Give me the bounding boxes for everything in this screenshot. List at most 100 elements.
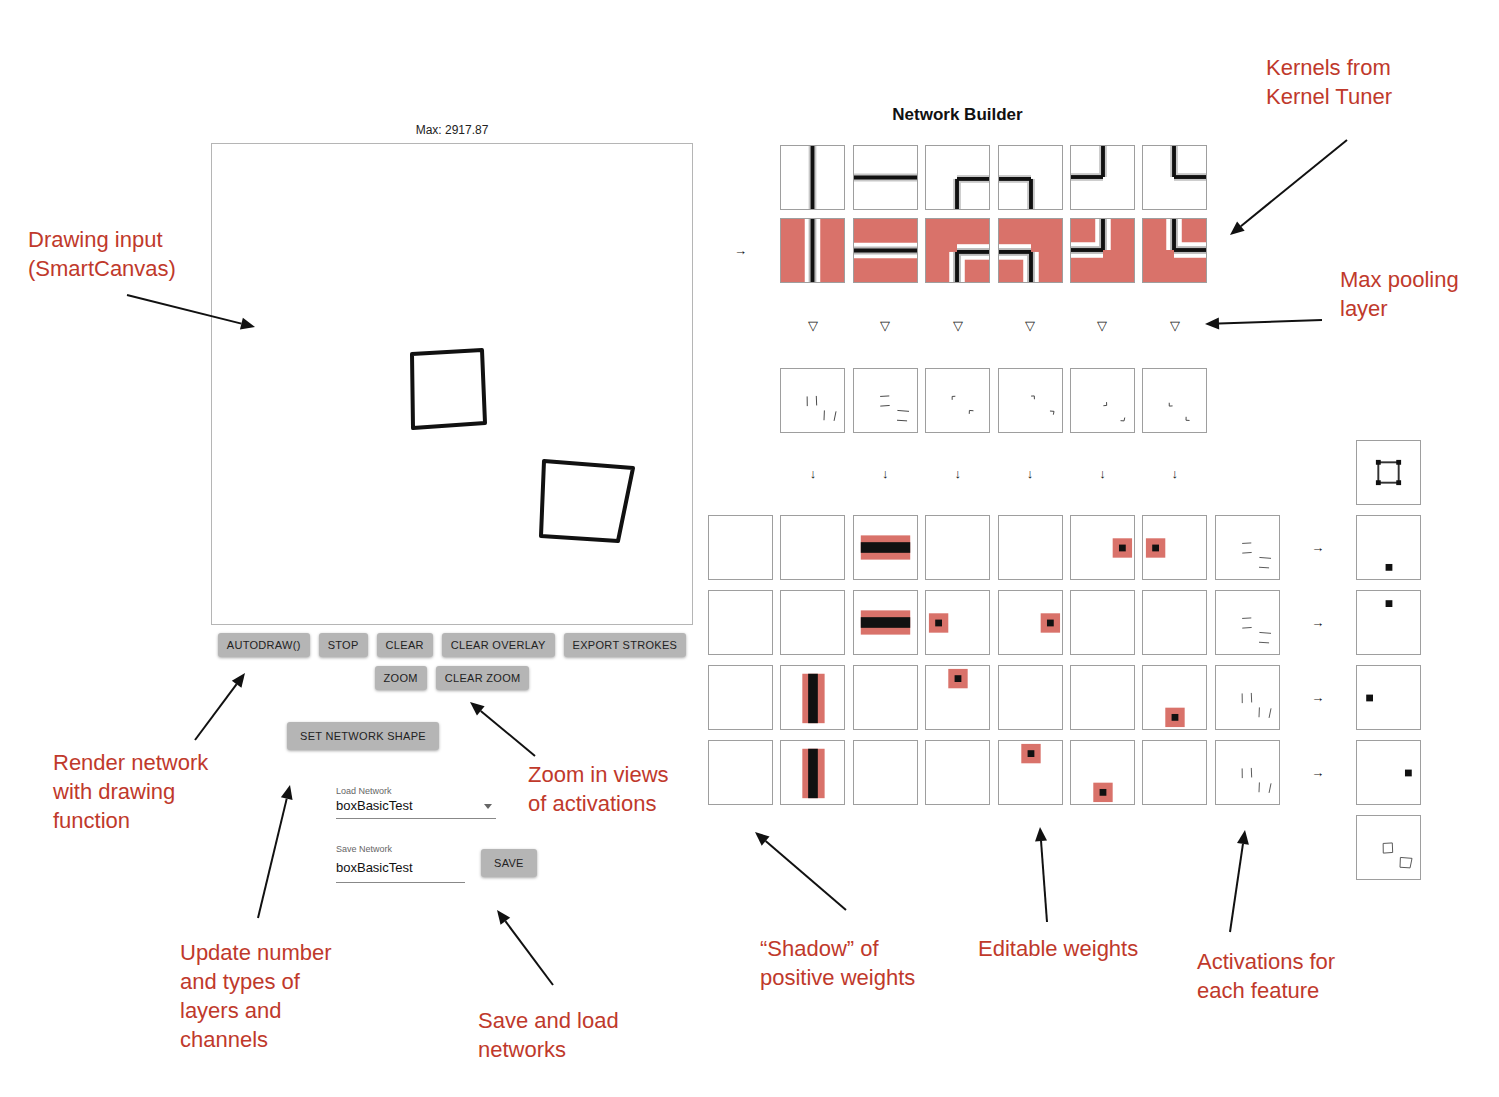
box-target-icon [1357,441,1420,504]
weight-cell[interactable] [853,665,918,730]
box-corner [1396,480,1401,485]
weight-cell[interactable] [1142,740,1207,805]
weight-cell[interactable] [1142,590,1207,655]
kernel-line [1050,411,1054,412]
weight-shadow-image [709,516,772,579]
drawing-canvas[interactable] [211,143,693,625]
dropdown-caret-icon[interactable] [484,804,492,809]
weight-dot [1153,545,1160,552]
canvas-button[interactable]: EXPORT STROKES [564,633,687,657]
kernel-line [1071,242,1103,258]
max-pool-symbol: ▽ [1070,283,1135,368]
weight-cell[interactable] [780,515,845,580]
weight-shadow-cell [708,515,773,580]
weight-cell[interactable] [998,740,1063,805]
weight-image [1143,741,1206,804]
save-input[interactable] [336,859,465,877]
weight-cell[interactable] [998,515,1063,580]
kernel-line [1383,842,1392,844]
annotation-label: Render networkwith drawingfunction [53,748,208,835]
kernel-line [1124,418,1126,421]
weight-dot [1027,750,1034,757]
annotation-line: Zoom in views [528,760,669,789]
weight-cell[interactable] [780,740,845,805]
annotation-arrow [481,711,535,756]
weight-cell[interactable] [1070,665,1135,730]
max-pool-symbol: ▽ [1142,283,1207,368]
canvas-button[interactable]: CLEAR OVERLAY [442,633,555,657]
output-arrow: → [1287,665,1348,730]
kernel-line [809,219,817,282]
weight-cell[interactable] [853,515,918,580]
weight-cell[interactable] [780,590,845,655]
kernel-cell[interactable] [998,145,1063,210]
down-arrow: ↓ [925,433,990,515]
kernel-shadow-image [1071,219,1134,282]
canvas-button[interactable]: STOP [319,633,368,657]
kernel-line [1269,708,1271,718]
weight-cell[interactable] [1142,515,1207,580]
down-arrow: ↓ [780,433,845,515]
drawn-box [412,350,485,428]
kernel-line [854,247,917,255]
annotation-line: Drawing input [28,225,176,254]
canvas-button[interactable]: CLEAR [377,633,433,657]
kernel-cell[interactable] [1070,145,1135,210]
kernel-line [809,146,817,209]
annotation-arrow [127,295,241,324]
kernel-row [708,145,1348,210]
weight-cell[interactable] [925,515,990,580]
weight-cell[interactable] [1142,665,1207,730]
kernel-cell[interactable] [925,145,990,210]
kernel-line [1174,246,1206,254]
kernel-line [1251,693,1252,703]
weight-image [926,741,989,804]
weight-cell[interactable] [1070,515,1135,580]
weight-cell[interactable] [853,590,918,655]
output-image [1357,666,1420,729]
weight-cell[interactable] [1070,590,1135,655]
weight-cell[interactable] [998,590,1063,655]
output-cell [1356,740,1421,805]
kernel-shadow-image [999,219,1062,282]
weight-image [1071,666,1134,729]
weight-shadow-image [709,591,772,654]
layer-grid: Network Builder→▽▽▽▽▽▽↓↓↓↓↓↓→→→→ [708,100,1348,805]
kernel-cell[interactable] [853,145,918,210]
annotation-line: layers and [180,996,332,1025]
kernel-line [1106,402,1107,405]
feature-row: → [708,740,1348,805]
kernel-shadow-cell [925,218,990,283]
weight-cell[interactable] [998,665,1063,730]
weight-cell[interactable] [1070,740,1135,805]
kernel-image [926,146,989,209]
canvas-button[interactable]: ZOOM [375,666,427,690]
weight-cell[interactable] [925,590,990,655]
canvas-button[interactable]: CLEAR ZOOM [436,666,530,690]
annotation-arrow [1041,841,1047,922]
kernel-cell[interactable] [1142,145,1207,210]
annotation-label: Drawing input(SmartCanvas) [28,225,176,283]
annotation-arrow [1230,844,1243,932]
annotation-line: Editable weights [978,934,1138,963]
kernel-line [953,252,961,282]
output-column [1356,440,1421,880]
kernel-shadow-image [1143,219,1206,282]
save-area: Save NetworkSAVE [336,843,693,883]
weight-cell[interactable] [853,740,918,805]
weight-cell[interactable] [925,665,990,730]
annotation-line: Max pooling [1340,265,1459,294]
set-shape-button[interactable]: SET NETWORK SHAPE [287,722,439,750]
annotation-label: Save and loadnetworks [478,1006,619,1064]
annotation-line: Save and load [478,1006,619,1035]
save-button[interactable]: SAVE [481,849,537,877]
canvas-button[interactable]: AUTODRAW() [218,633,310,657]
weight-cell[interactable] [925,740,990,805]
shadow-ground [1071,219,1134,282]
load-area: Load NetworkboxBasicTest [336,785,693,819]
weight-cell[interactable] [780,665,845,730]
kernel-cell[interactable] [780,145,845,210]
output-image [1357,591,1420,654]
load-select[interactable]: Load NetworkboxBasicTest [336,785,496,819]
